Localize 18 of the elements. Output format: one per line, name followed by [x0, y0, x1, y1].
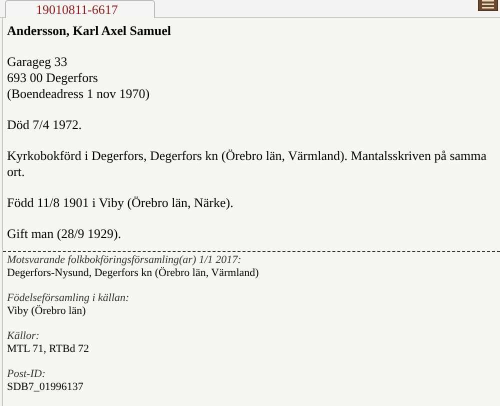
- detail-value: Viby (Örebro län): [7, 305, 87, 318]
- detail-label: Post-ID:: [7, 368, 46, 381]
- record-text: Död 7/4 1972.: [7, 117, 83, 133]
- record-text: 693 00 Degerfors: [7, 70, 99, 86]
- detail-value: Degerfors-Nysund, Degerfors kn (Örebro län, Värmland): [7, 267, 260, 280]
- detail-label: Motsvarande folkbokföringsförsamling(ar) 1/1 2017:: [7, 254, 242, 267]
- record-tab[interactable]: 19010811-6617: [5, 0, 155, 18]
- record-text: Gift man (28/9 1929).: [7, 226, 122, 242]
- detail-value: MTL 71, RTBd 72: [7, 343, 90, 356]
- detail-label: Källor:: [7, 330, 40, 343]
- record-text: Född 11/8 1901 i Viby (Örebro län, Närke).: [7, 195, 234, 211]
- person-name: Andersson, Karl Axel Samuel: [7, 23, 172, 39]
- record-text: Kyrkobokförd i Degerfors, Degerfors kn (Örebro län, Värmland). Mantalsskriven på samma ort.: [7, 148, 488, 180]
- record-text: (Boendeadress 1 nov 1970): [7, 86, 151, 102]
- menu-icon[interactable]: [478, 0, 498, 11]
- detail-label: Födelseförsamling i källan:: [7, 292, 130, 305]
- record-text: Garageg 33: [7, 54, 68, 70]
- detail-value: SDB7_01996137: [7, 381, 84, 394]
